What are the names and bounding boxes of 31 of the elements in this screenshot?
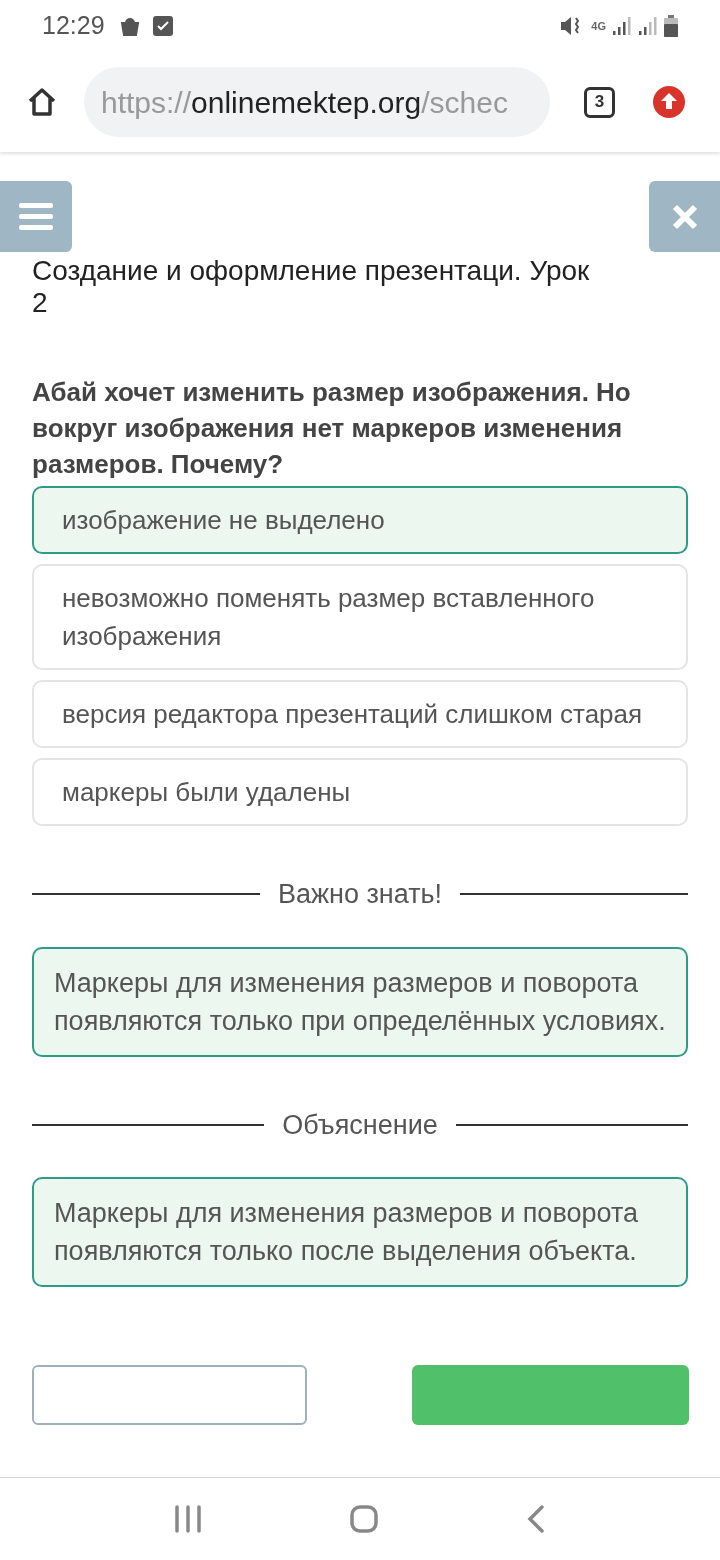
lesson-title: Создание и оформление презентаци. Урок 2	[32, 255, 591, 319]
network-type: 4G	[591, 20, 606, 32]
back-icon[interactable]	[526, 1505, 546, 1533]
signal-icon	[638, 16, 658, 36]
tab-count-button[interactable]: 3	[584, 86, 615, 118]
upload-icon[interactable]	[653, 86, 685, 118]
answer-option[interactable]: изображение не выделено	[32, 486, 688, 554]
answer-option[interactable]: маркеры были удалены	[32, 758, 688, 826]
close-button[interactable]	[649, 181, 720, 252]
url-path: /schec	[421, 84, 508, 121]
menu-icon	[19, 202, 53, 231]
status-time: 12:29	[42, 10, 105, 42]
menu-button[interactable]	[0, 181, 72, 252]
section-heading: Объяснение	[282, 1108, 438, 1142]
close-icon	[671, 203, 698, 230]
question-text: Абай хочет изменить размер изображения. Но вокруг изображения нет маркеров изменения размеров. Почему?	[32, 376, 632, 481]
answer-option[interactable]: невозможно поменять размер вставленного изображения	[32, 564, 688, 670]
signal-icon	[612, 16, 632, 36]
checkbox-icon	[152, 16, 173, 36]
battery-icon	[664, 15, 678, 37]
home-icon[interactable]	[26, 86, 58, 118]
section-heading: Важно знать!	[277, 878, 443, 911]
address-bar[interactable]: https://onlinemektep.org/schec	[84, 67, 550, 137]
back-button[interactable]	[32, 1365, 307, 1425]
info-box: Маркеры для изменения размеров и поворота появляются только при определённых условиях.	[32, 946, 688, 1057]
url-host: onlinemektep.org	[191, 84, 422, 121]
info-box: Маркеры для изменения размеров и поворота появляются только после выделения объекта.	[32, 1177, 688, 1287]
url-scheme: https://	[101, 84, 192, 121]
answer-option[interactable]: версия редактора презентаций слишком старая	[32, 680, 688, 748]
recent-apps-icon[interactable]	[174, 1505, 202, 1533]
shopping-bag-icon	[118, 15, 141, 37]
